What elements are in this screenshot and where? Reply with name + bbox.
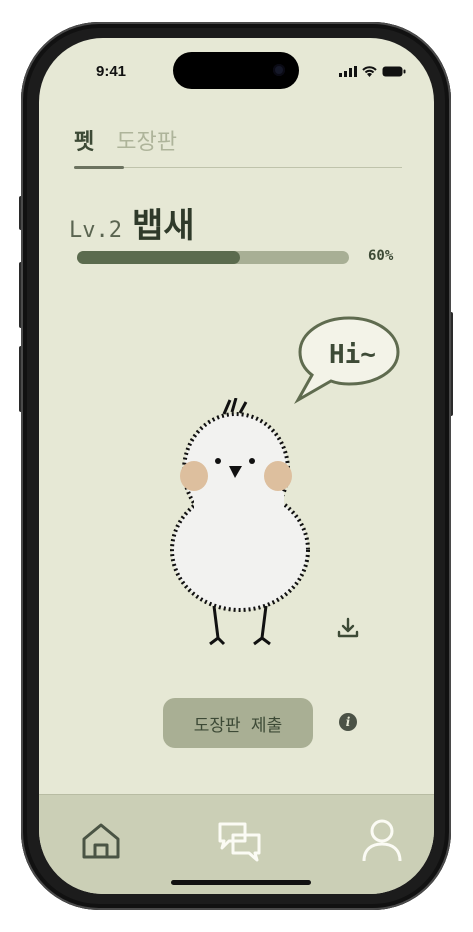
tab-active-indicator <box>74 166 124 169</box>
progress-percent: 60% <box>368 248 394 264</box>
pet-level: Lv.2 <box>69 218 122 243</box>
home-indicator <box>171 880 311 885</box>
profile-icon[interactable] <box>360 817 404 865</box>
wifi-icon <box>362 66 377 77</box>
battery-icon <box>382 66 406 77</box>
bottom-nav <box>39 794 434 894</box>
home-icon[interactable] <box>79 819 123 863</box>
dynamic-island <box>173 52 299 89</box>
camera-icon <box>273 64 285 76</box>
chat-icon[interactable] <box>217 819 263 863</box>
submit-stamp-board-button[interactable]: 도장판 제출 <box>163 698 313 748</box>
tab-pet[interactable]: 펫 <box>74 124 94 156</box>
progress-bar-fill <box>77 251 241 264</box>
info-icon[interactable]: i <box>339 713 357 731</box>
app-screen: 9:41 펫 도장판 Lv.2 뱁새 60% Hi~ 도장판 제출 i <box>39 38 434 894</box>
status-icons <box>339 66 406 77</box>
tab-stamp-board[interactable]: 도장판 <box>116 124 177 156</box>
level-row: Lv.2 뱁새 <box>69 198 195 247</box>
progress-bar <box>77 251 349 264</box>
signal-icon <box>339 66 357 77</box>
tab-bar: 펫 도장판 <box>74 124 177 156</box>
speech-text: Hi~ <box>329 340 376 370</box>
status-time: 9:41 <box>96 63 127 80</box>
pet-bird-illustration <box>170 398 310 646</box>
download-icon[interactable] <box>336 616 360 640</box>
pet-name: 뱁새 <box>131 206 195 246</box>
